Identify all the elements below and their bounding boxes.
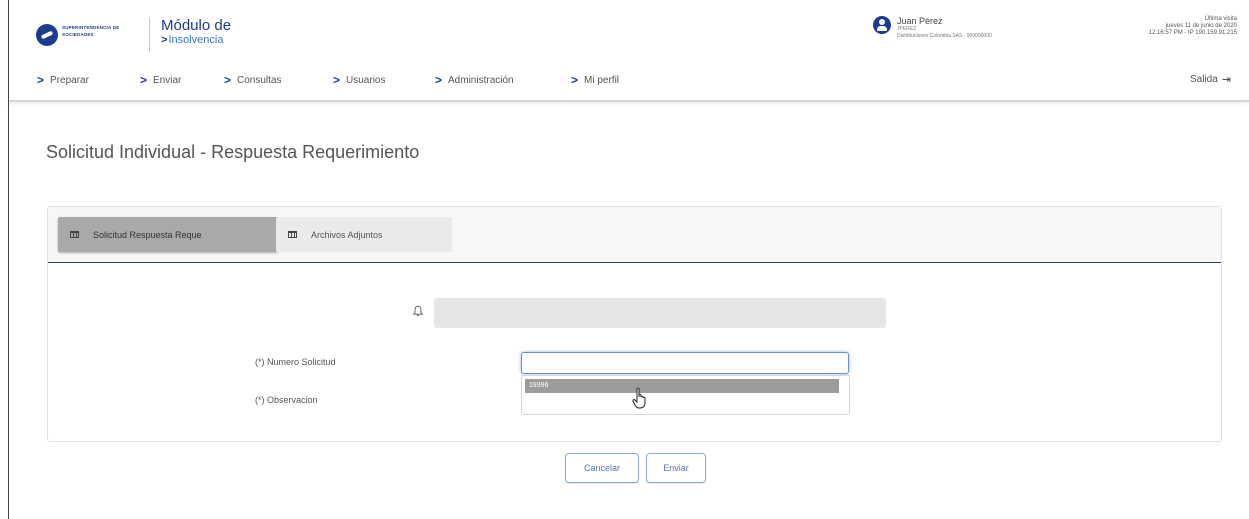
logo-text: SUPERINTENDENCIA DE SOCIEDADES <box>62 25 120 37</box>
module-title: Módulo de <box>161 17 232 34</box>
nav-item-usuarios[interactable]: > Usuarios <box>333 73 385 87</box>
nav-item-label: Consultas <box>237 74 282 86</box>
numero-solicitud-input[interactable] <box>521 352 849 374</box>
nav-item-consultas[interactable]: > Consultas <box>224 73 281 87</box>
bell-icon <box>412 305 424 317</box>
last-visit-date: jueves 11 de junio de 2020 <box>1165 23 1237 29</box>
form-panel: Solicitud Respuesta Reque Archivos Adjun… <box>47 206 1222 442</box>
tab-bar: Solicitud Respuesta Reque Archivos Adjun… <box>48 207 1221 263</box>
nav-item-administracion[interactable]: > Administración <box>435 73 514 87</box>
alert-message-bar <box>434 298 886 328</box>
cancel-button[interactable]: Cancelar <box>565 453 639 483</box>
nav-item-label: Usuarios <box>346 74 386 86</box>
chevron-right-icon: > <box>224 73 232 87</box>
user-company: Distribuciones Colombia SAS - 900000000 <box>897 33 992 39</box>
user-avatar-icon[interactable] <box>873 16 891 34</box>
last-visit-label: Última visita <box>1204 16 1237 22</box>
nav-item-enviar[interactable]: > Enviar <box>140 73 181 87</box>
hand-pointer-cursor-icon <box>632 387 646 409</box>
logo-separator <box>149 18 150 52</box>
chevron-right-icon: > <box>161 34 168 46</box>
nav-item-label: Administración <box>448 74 514 86</box>
nav-item-preparar[interactable]: > Preparar <box>37 73 89 87</box>
last-visit-time: 12:16:57 PM - IP 190.159.91.215 <box>1148 30 1237 36</box>
sign-out-icon: ⇥ <box>1221 74 1231 86</box>
last-visit-info: Última visita jueves 11 de junio de 2020… <box>1149 16 1237 37</box>
chevron-right-icon: > <box>571 73 579 87</box>
main-nav: > Preparar > Enviar > Consultas > Usuarios >… <box>9 73 1249 91</box>
exit-label: Salida <box>1189 74 1218 85</box>
chevron-right-icon: > <box>435 73 443 87</box>
autocomplete-dropdown: 19396 <box>521 375 850 415</box>
tab-label: Solicitud Respuesta Reque <box>93 229 202 240</box>
send-button[interactable]: Enviar <box>646 453 706 483</box>
nav-item-mi-perfil[interactable]: > Mi perfil <box>571 73 619 87</box>
tab-solicitud-respuesta[interactable]: Solicitud Respuesta Reque <box>58 217 278 252</box>
user-name: Juan Pérez <box>897 16 943 26</box>
header: SUPERINTENDENCIA DE SOCIEDADES Módulo de… <box>9 0 1249 102</box>
module-subtitle-text: Insolvencia <box>168 34 224 46</box>
exit-link[interactable]: Salida ⇥ <box>1190 73 1231 86</box>
numero-solicitud-label: (*) Numero Solicitud <box>255 357 336 367</box>
chevron-right-icon: > <box>140 73 148 87</box>
logo-icon <box>36 24 58 46</box>
table-icon <box>70 231 79 238</box>
nav-item-label: Enviar <box>153 74 182 86</box>
chevron-right-icon: > <box>37 73 45 87</box>
page-title: Solicitud Individual - Respuesta Requeri… <box>46 142 420 162</box>
autocomplete-option[interactable]: 19396 <box>525 379 839 393</box>
observacion-label: (*) Observacion <box>255 395 318 405</box>
chevron-right-icon: > <box>333 73 341 87</box>
nav-item-label: Preparar <box>50 74 89 86</box>
user-code: JPEREZ <box>897 26 917 32</box>
nav-item-label: Mi perfil <box>584 74 620 86</box>
module-subtitle: >Insolvencia <box>161 34 223 47</box>
tab-label: Archivos Adjuntos <box>311 229 383 240</box>
tab-archivos-adjuntos[interactable]: Archivos Adjuntos <box>276 217 452 252</box>
table-icon <box>288 231 297 238</box>
